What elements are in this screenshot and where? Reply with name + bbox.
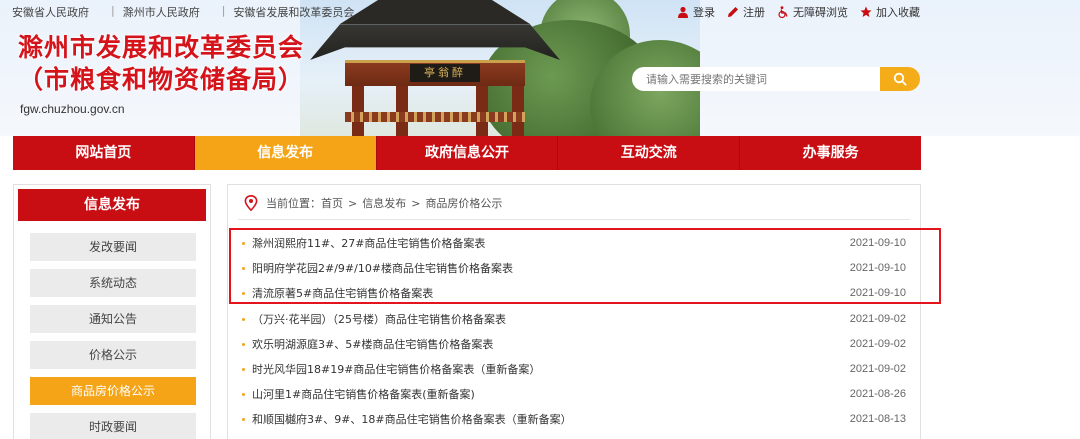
link-anhui-drc[interactable]: 安徽省发展和改革委员会: [233, 4, 354, 20]
list-item[interactable]: 滁州润熙府11#、27#商品住宅销售价格备案表 2021-09-10: [242, 231, 906, 255]
list-item-date: 2021-09-02: [849, 363, 906, 375]
register-link[interactable]: 注册: [727, 4, 765, 20]
breadcrumb: 当前位置： 首页 > 信息发布 > 商品房价格公示: [244, 193, 502, 213]
list-item-title: 时光风华园18#19#商品住宅销售价格备案表（重新备案）: [252, 363, 541, 376]
sidebar-heading: 信息发布: [18, 189, 206, 221]
list-item-title: 和顺国樾府3#、9#、18#商品住宅销售价格备案表（重新备案）: [252, 413, 572, 426]
site-header: 亭翁醉 安徽省人民政府 | 滁州市人民政府 | 安徽省发展和改革委员会 登录 注…: [0, 0, 1080, 136]
breadcrumb-current[interactable]: 商品房价格公示: [425, 195, 502, 211]
list-item[interactable]: 欢乐明湖源庭3#、5#楼商品住宅销售价格备案表 2021-09-02: [242, 332, 906, 356]
list-item-date: 2021-08-26: [849, 388, 906, 400]
nav-services[interactable]: 办事服务: [740, 136, 921, 170]
list-item-title: 滁州润熙府11#、27#商品住宅销售价格备案表: [252, 237, 486, 250]
list-item[interactable]: 时光风华园18#19#商品住宅销售价格备案表（重新备案） 2021-09-02: [242, 357, 906, 381]
sidebar-item-housing-price-notice[interactable]: 商品房价格公示: [30, 377, 196, 405]
list-item[interactable]: 清流原著5#商品住宅销售价格备案表 2021-09-10: [242, 281, 906, 305]
link-chuzhou-gov[interactable]: 滁州市人民政府: [123, 4, 200, 20]
list-item[interactable]: 和顺国樾府3#、9#、18#商品住宅销售价格备案表（重新备案） 2021-08-…: [242, 407, 906, 431]
list-item-title: 清流原著5#商品住宅销售价格备案表: [252, 287, 434, 300]
list-item-title: 欢乐明湖源庭3#、5#楼商品住宅销售价格备案表: [252, 338, 494, 351]
list-item-date: 2021-09-10: [849, 262, 906, 274]
sidebar-item-notices[interactable]: 通知公告: [30, 305, 196, 333]
top-links: 安徽省人民政府 | 滁州市人民政府 | 安徽省发展和改革委员会: [12, 4, 355, 20]
site-domain: fgw.chuzhou.gov.cn: [20, 102, 125, 116]
breadcrumb-divider: [238, 219, 910, 220]
link-anhui-gov[interactable]: 安徽省人民政府: [12, 4, 89, 20]
breadcrumb-prefix: 当前位置：: [266, 197, 321, 210]
nav-info-release[interactable]: 信息发布: [194, 136, 377, 170]
star-icon: [860, 6, 872, 17]
bookmark-link[interactable]: 加入收藏: [860, 4, 920, 20]
site-title[interactable]: 滁州市发展和改革委员会 （市粮食和物资储备局）: [18, 32, 304, 96]
pencil-icon: [728, 7, 738, 17]
list-item-date: 2021-09-02: [849, 338, 906, 350]
search-button[interactable]: [880, 67, 920, 91]
search-box: [632, 67, 920, 91]
user-icon: [678, 6, 688, 18]
list-item-date: 2021-09-02: [849, 313, 906, 325]
search-input[interactable]: [632, 67, 882, 91]
wheelchair-icon: [778, 6, 788, 18]
pavilion-plaque: 亭翁醉: [410, 64, 480, 82]
breadcrumb-home[interactable]: 首页: [321, 195, 343, 211]
sidebar-item-system-updates[interactable]: 系统动态: [30, 269, 196, 297]
content-panel: 当前位置： 首页 > 信息发布 > 商品房价格公示 滁州润熙府11#、27#商品…: [227, 184, 921, 439]
login-link[interactable]: 登录: [677, 4, 715, 20]
list-item-title: 阳明府学花园2#/9#/10#楼商品住宅销售价格备案表: [252, 262, 514, 275]
list-item-title: 山河里1#商品住宅销售价格备案表(重新备案): [252, 388, 475, 401]
list-item[interactable]: （万兴·花半园）（25号楼）商品住宅销售价格备案表 2021-09-02: [242, 307, 906, 331]
list-item-date: 2021-09-10: [849, 287, 906, 299]
sidebar-item-drc-news[interactable]: 发改要闻: [30, 233, 196, 261]
list-item-date: 2021-09-10: [849, 237, 906, 249]
search-icon: [893, 72, 907, 86]
list-item[interactable]: 阳明府学花园2#/9#/10#楼商品住宅销售价格备案表 2021-09-10: [242, 256, 906, 280]
sidebar-item-current-affairs[interactable]: 时政要闻: [30, 413, 196, 439]
list-item-date: 2021-08-13: [849, 413, 906, 425]
nav-interaction[interactable]: 互动交流: [558, 136, 741, 170]
sidebar: 信息发布 发改要闻 系统动态 通知公告 价格公示 商品房价格公示 时政要闻: [13, 184, 211, 439]
site-title-line2: （市粮食和物资储备局）: [18, 65, 305, 94]
utility-links: 登录 注册 无障碍浏览 加入收藏: [665, 4, 920, 20]
list-item[interactable]: 山河里1#商品住宅销售价格备案表(重新备案) 2021-08-26: [242, 382, 906, 406]
location-pin-icon: [244, 195, 258, 211]
main-nav: 网站首页 信息发布 政府信息公开 互动交流 办事服务: [13, 136, 921, 170]
site-title-line1: 滁州市发展和改革委员会: [18, 33, 305, 62]
nav-home[interactable]: 网站首页: [13, 136, 195, 170]
accessibility-link[interactable]: 无障碍浏览: [777, 4, 848, 20]
breadcrumb-info-release[interactable]: 信息发布: [362, 195, 406, 211]
list-item-title: （万兴·花半园）（25号楼）商品住宅销售价格备案表: [252, 313, 506, 326]
nav-gov-info-disclosure[interactable]: 政府信息公开: [377, 136, 559, 170]
sidebar-item-price-notice[interactable]: 价格公示: [30, 341, 196, 369]
